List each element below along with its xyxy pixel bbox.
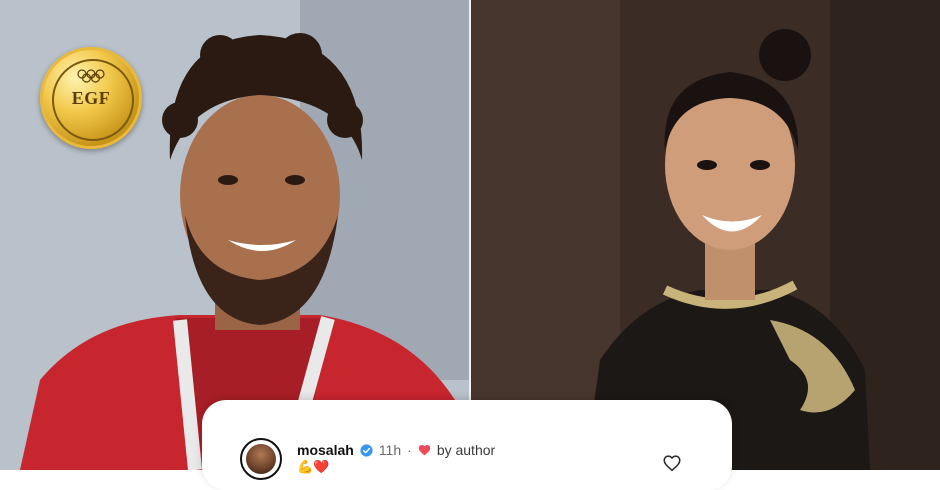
comment-card: mosalah 11h · by author 💪❤️ bbox=[202, 400, 732, 490]
logo-abbreviation: EGF bbox=[71, 88, 111, 108]
olympic-rings-icon bbox=[77, 69, 105, 83]
comment-time: 11h bbox=[378, 442, 402, 458]
heart-outline-icon[interactable] bbox=[662, 454, 682, 472]
comment-separator: · bbox=[407, 442, 412, 458]
composite-image: EGF mosalah 11h · by author 💪❤️ bbox=[0, 0, 940, 490]
liked-by-author-label: by author bbox=[436, 442, 496, 458]
comment-text: 💪❤️ bbox=[297, 459, 330, 474]
egf-logo: EGF bbox=[40, 47, 142, 149]
comment-username[interactable]: mosalah bbox=[297, 442, 354, 458]
author-heart-icon bbox=[418, 445, 430, 456]
verified-badge-icon bbox=[360, 443, 373, 457]
commenter-avatar[interactable] bbox=[240, 438, 282, 480]
comment-header: mosalah 11h · by author bbox=[297, 441, 495, 459]
